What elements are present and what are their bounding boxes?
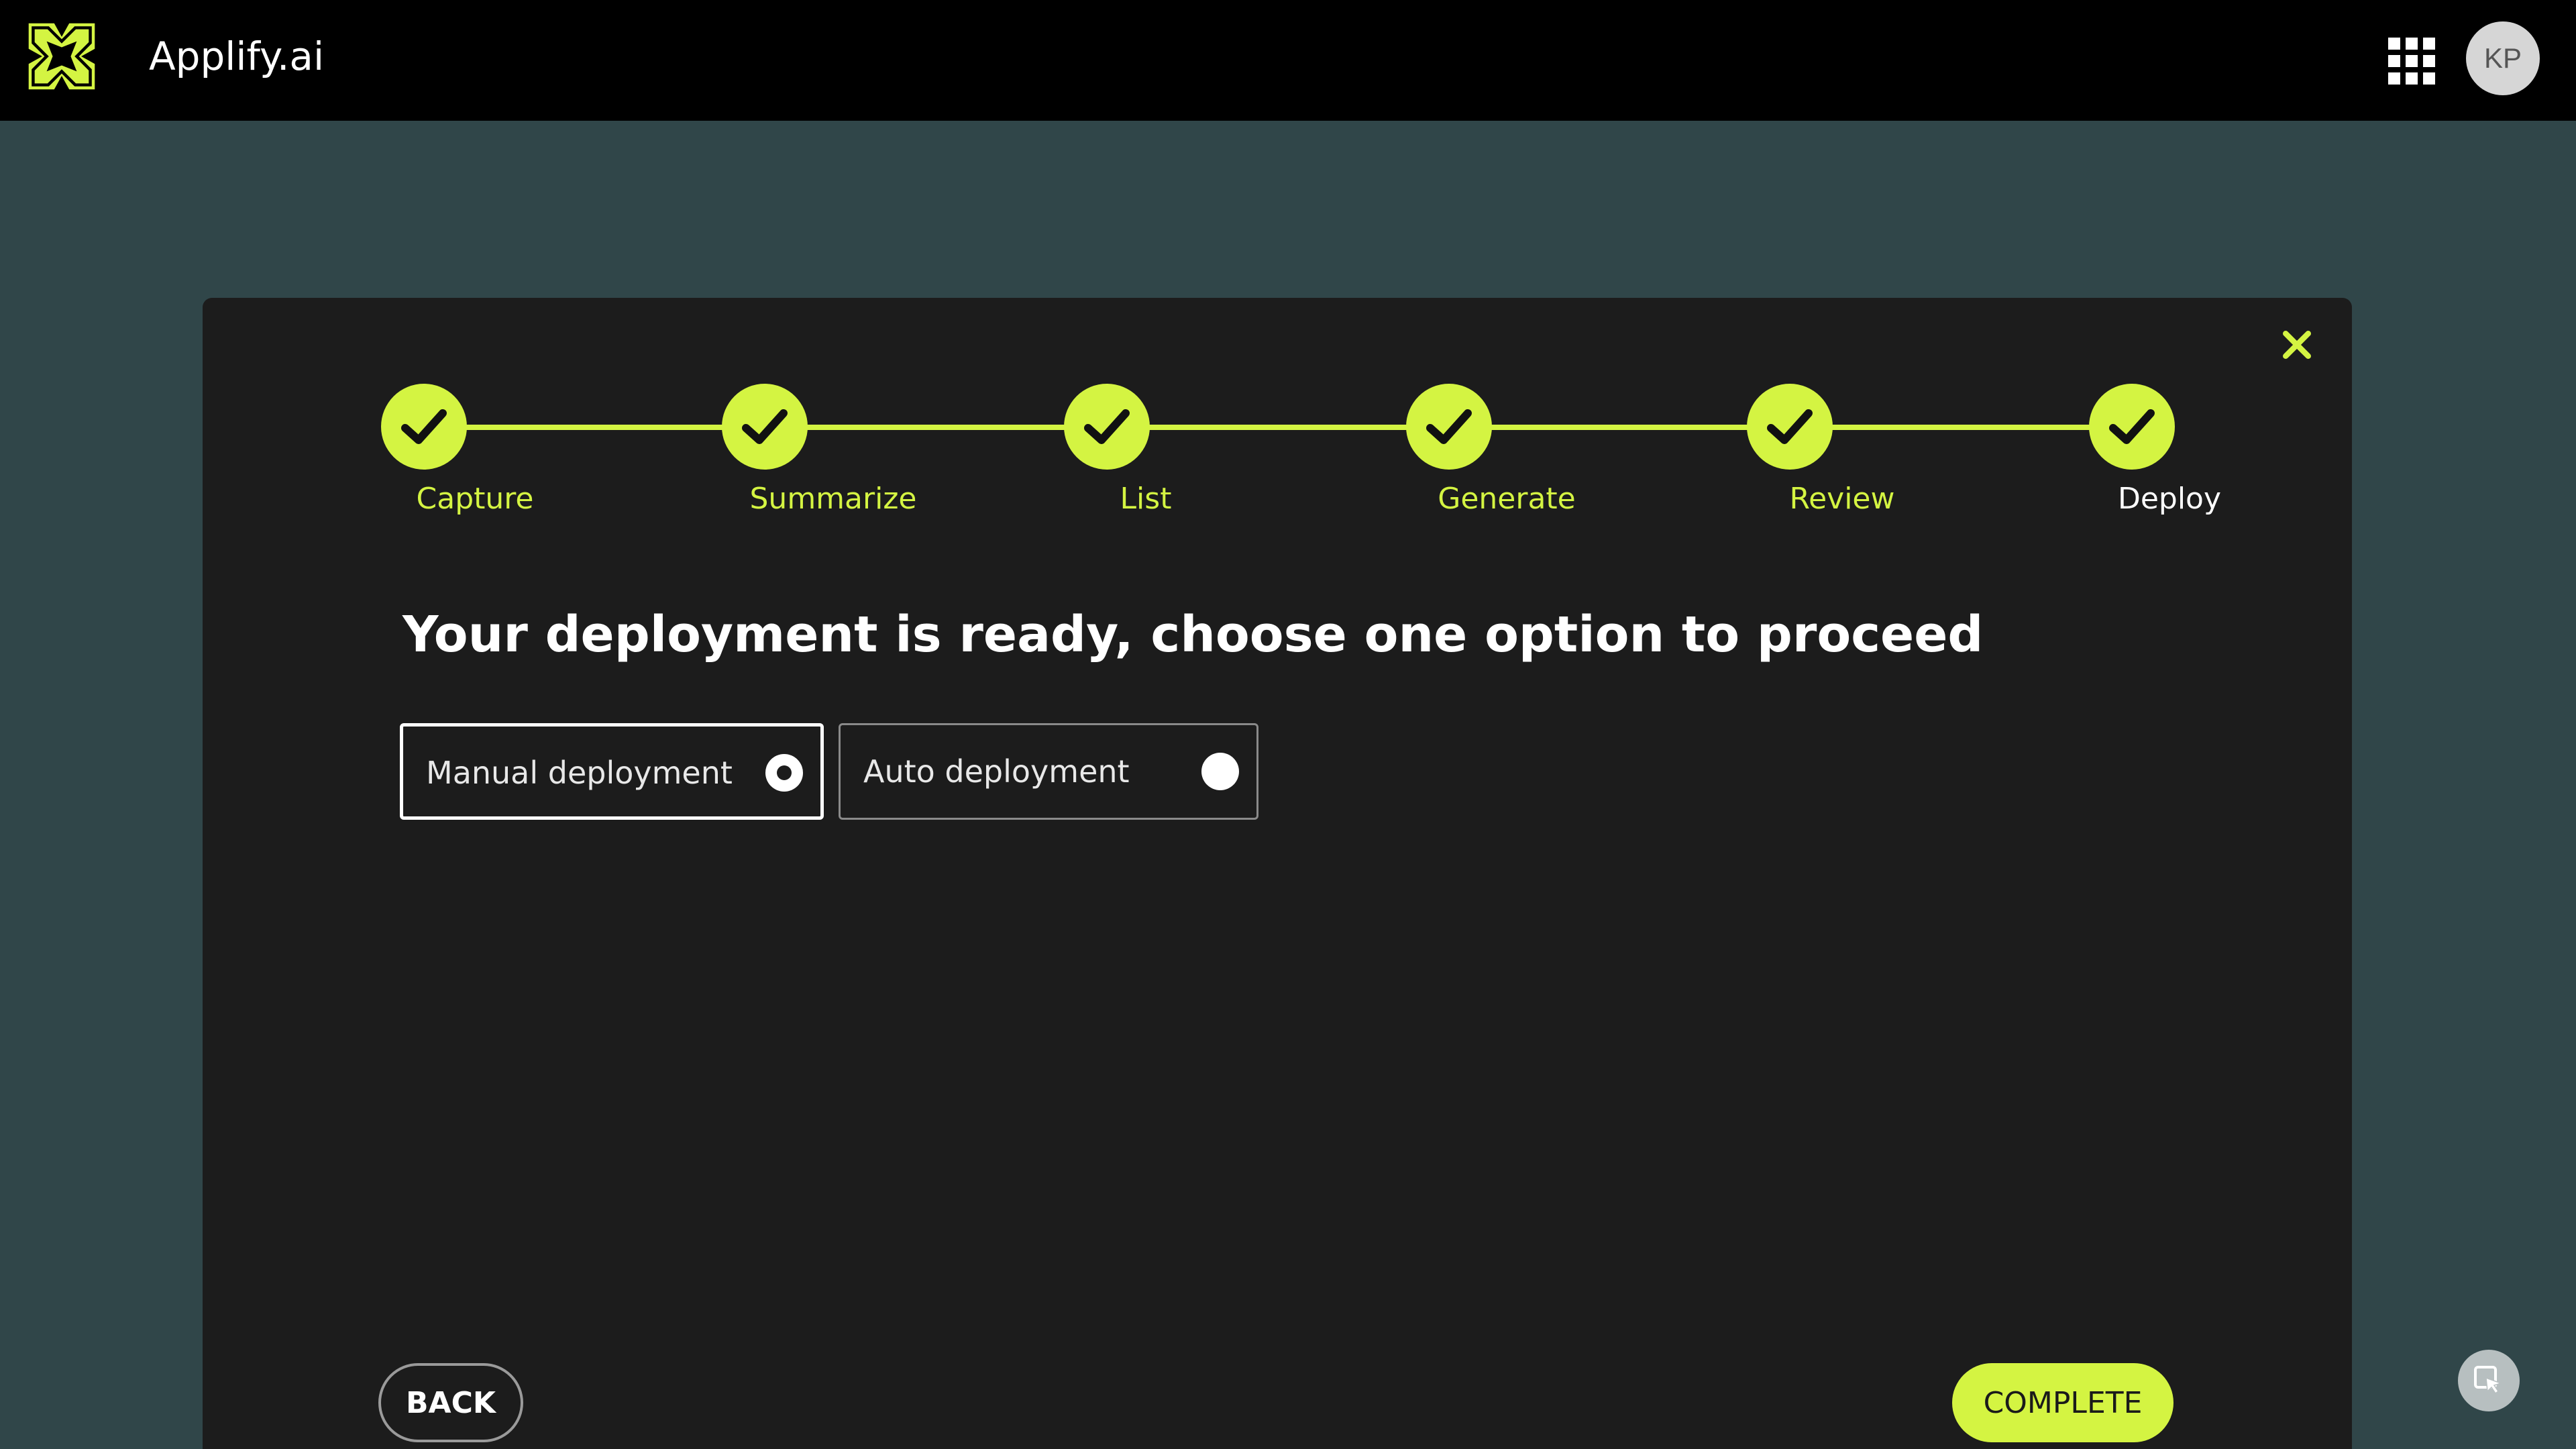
grid-apps-icon[interactable] bbox=[2388, 38, 2435, 85]
auto-deployment-option[interactable]: Auto deployment bbox=[839, 723, 1258, 820]
step-deploy-check-icon bbox=[2089, 384, 2175, 470]
app-name: Applify.ai bbox=[149, 34, 325, 79]
step-review-check-icon bbox=[1747, 384, 1833, 470]
step-list-check-icon bbox=[1064, 384, 1150, 470]
radio-selected-icon[interactable] bbox=[765, 754, 803, 792]
option-label: Manual deployment bbox=[426, 755, 733, 791]
applify-logo-icon[interactable] bbox=[24, 19, 99, 94]
step-label-generate: Generate bbox=[1438, 482, 1576, 516]
step-label-deploy: Deploy bbox=[2117, 482, 2222, 516]
deployment-wizard-modal: Capture Summarize List Generate Review D… bbox=[203, 298, 2352, 1449]
radio-dot bbox=[777, 765, 792, 780]
page-title: Your deployment is ready, choose one opt… bbox=[402, 606, 1984, 663]
step-generate-check-icon bbox=[1406, 384, 1492, 470]
manual-deployment-option[interactable]: Manual deployment bbox=[400, 723, 824, 820]
complete-button[interactable]: COMPLETE bbox=[1952, 1363, 2174, 1442]
top-bar: Applify.ai KP bbox=[0, 0, 2576, 121]
stepper-connector bbox=[424, 425, 2128, 430]
step-summarize-check-icon bbox=[722, 384, 808, 470]
cursor-select-icon[interactable] bbox=[2458, 1350, 2520, 1411]
step-capture-check-icon bbox=[381, 384, 467, 470]
user-avatar[interactable]: KP bbox=[2466, 21, 2540, 95]
step-label-list: List bbox=[1120, 482, 1172, 516]
step-label-review: Review bbox=[1789, 482, 1895, 516]
option-label: Auto deployment bbox=[863, 753, 1130, 790]
step-label-summarize: Summarize bbox=[749, 482, 917, 516]
step-label-capture: Capture bbox=[416, 482, 534, 516]
progress-stepper: Capture Summarize List Generate Review D… bbox=[203, 298, 2352, 539]
back-button[interactable]: BACK bbox=[378, 1363, 523, 1442]
radio-unselected-icon[interactable] bbox=[1201, 753, 1239, 790]
